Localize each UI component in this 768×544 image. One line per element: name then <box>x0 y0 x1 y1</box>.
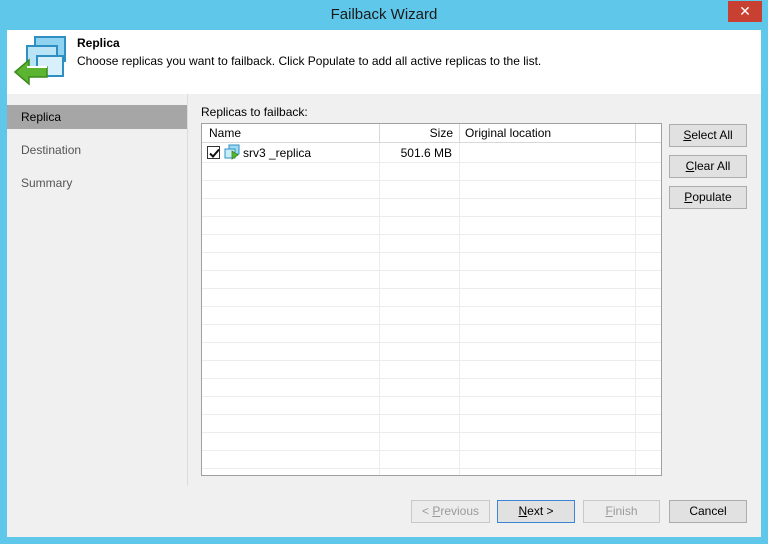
select-all-button[interactable]: Select All <box>669 124 747 147</box>
clear-all-label: lear All <box>694 159 731 173</box>
window-title: Failback Wizard <box>330 6 438 23</box>
grid-line <box>459 143 460 475</box>
replica-name: srv3 _replica <box>243 146 312 160</box>
grid-line <box>379 143 380 475</box>
grid-line <box>202 270 661 271</box>
list-header: Name Size Original location <box>202 124 661 143</box>
grid-line <box>202 180 661 181</box>
replicas-list-label: Replicas to failback: <box>201 105 308 119</box>
next-label: ext > <box>527 504 554 518</box>
previous-label: revious <box>440 504 480 518</box>
replica-row[interactable]: srv3 _replica 501.6 MB <box>202 144 661 162</box>
close-button[interactable]: ✕ <box>728 1 762 22</box>
finish-accel: F <box>605 504 613 518</box>
populate-label: opulate <box>692 190 732 204</box>
previous-button[interactable]: < Previous <box>411 500 490 523</box>
grid-line <box>202 234 661 235</box>
step-replica[interactable]: Replica <box>7 105 187 129</box>
populate-button[interactable]: Populate <box>669 186 747 209</box>
page-title: Replica <box>77 36 120 50</box>
select-all-label: elect All <box>691 128 733 142</box>
grid-line <box>202 450 661 451</box>
column-header-size[interactable]: Size <box>380 124 460 143</box>
grid-line <box>202 288 661 289</box>
replicas-list[interactable]: Name Size Original location srv3 _replic… <box>201 123 662 476</box>
column-header-name[interactable]: Name <box>202 124 380 143</box>
close-icon: ✕ <box>739 3 751 19</box>
grid-line <box>202 360 661 361</box>
grid-line <box>202 324 661 325</box>
wizard-header: Replica Choose replicas you want to fail… <box>7 30 761 94</box>
finish-button[interactable]: Finish <box>583 500 660 523</box>
step-summary[interactable]: Summary <box>7 171 187 195</box>
clear-all-accel: C <box>685 159 695 173</box>
finish-label: inish <box>612 504 638 518</box>
replica-size: 501.6 MB <box>400 146 452 160</box>
replica-checkbox[interactable] <box>207 146 220 159</box>
wizard-client-area: Replica Choose replicas you want to fail… <box>7 30 761 537</box>
page-description: Choose replicas you want to failback. Cl… <box>77 54 542 68</box>
grid-line <box>202 162 661 163</box>
grid-line <box>202 306 661 307</box>
step-destination[interactable]: Destination <box>7 138 187 162</box>
grid-line <box>202 396 661 397</box>
next-button[interactable]: Next > <box>497 500 575 523</box>
clear-all-button[interactable]: Clear All <box>669 155 747 178</box>
wizard-footer: < Previous Next > Finish Cancel <box>7 486 761 537</box>
grid-line <box>202 378 661 379</box>
grid-line <box>202 252 661 253</box>
grid-line <box>202 468 661 469</box>
grid-line <box>202 198 661 199</box>
grid-line <box>202 342 661 343</box>
next-accel: N <box>518 504 528 518</box>
grid-line <box>202 432 661 433</box>
vm-replica-icon <box>223 144 241 162</box>
replica-failback-icon <box>13 34 69 90</box>
grid-line <box>202 414 661 415</box>
cancel-button[interactable]: Cancel <box>669 500 747 523</box>
previous-prefix: < <box>421 504 433 518</box>
title-bar: Failback Wizard ✕ <box>0 0 768 30</box>
grid-line <box>202 216 661 217</box>
checkmark-icon <box>209 148 220 158</box>
failback-wizard-window: Failback Wizard ✕ Replica Choose replica… <box>0 0 768 544</box>
grid-line <box>635 143 636 475</box>
wizard-steps-sidebar: Replica Destination Summary <box>7 94 188 486</box>
wizard-body: Replica Destination Summary Replicas to … <box>7 94 761 537</box>
column-header-original-location[interactable]: Original location <box>460 124 636 143</box>
